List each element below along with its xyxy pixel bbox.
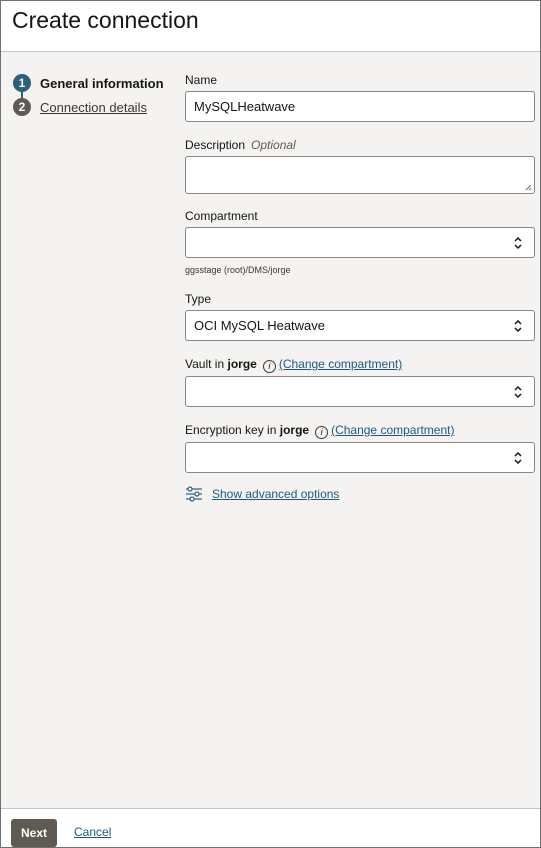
- show-advanced-options[interactable]: Show advanced options: [185, 486, 339, 502]
- show-advanced-options-link[interactable]: Show advanced options: [212, 487, 339, 501]
- info-icon[interactable]: i: [262, 360, 276, 373]
- sliders-icon: [186, 486, 202, 502]
- chevron-up-down-icon: [514, 451, 522, 465]
- chevron-up-down-icon: [514, 385, 522, 399]
- step-general-information[interactable]: 1 General information: [13, 71, 173, 99]
- step-number-2: 2: [13, 98, 31, 116]
- step-connection-details[interactable]: 2 Connection details: [13, 95, 173, 119]
- chevron-up-down-icon: [514, 236, 522, 250]
- type-select[interactable]: OCI MySQL Heatwave: [185, 310, 535, 341]
- info-icon[interactable]: i: [315, 426, 329, 439]
- step-label-connection-details[interactable]: Connection details: [40, 100, 147, 115]
- compartment-select[interactable]: [185, 227, 535, 258]
- vault-select[interactable]: [185, 376, 535, 407]
- resize-handle-icon[interactable]: [525, 184, 532, 191]
- type-value: OCI MySQL Heatwave: [194, 318, 326, 333]
- name-label: Name: [185, 73, 218, 87]
- create-connection-dialog: Create connection 1 General information …: [0, 0, 541, 848]
- compartment-label: Compartment: [185, 209, 258, 223]
- description-label: Description Optional: [185, 138, 296, 152]
- vault-change-compartment-link[interactable]: (Change compartment): [279, 357, 402, 371]
- cancel-link[interactable]: Cancel: [74, 825, 111, 839]
- step-label-general-information: General information: [40, 75, 164, 91]
- compartment-path-helper: ggsstage (root)/DMS/jorge: [185, 265, 291, 275]
- optional-tag: Optional: [251, 138, 296, 152]
- encryption-key-select[interactable]: [185, 442, 535, 473]
- type-label: Type: [185, 292, 212, 306]
- name-value: MySQLHeatwave: [194, 99, 296, 114]
- description-textarea[interactable]: [185, 156, 535, 194]
- encryption-key-label: Encryption key in jorge i (Change compartm…: [185, 423, 455, 439]
- encryption-key-change-compartment-link[interactable]: (Change compartment): [331, 423, 454, 437]
- name-input[interactable]: MySQLHeatwave: [185, 91, 535, 122]
- step-navigation: 1 General information 2 Connection detai…: [13, 71, 173, 119]
- dialog-title: Create connection: [12, 7, 199, 33]
- dialog-footer: Next Cancel: [1, 808, 540, 847]
- step-number-1: 1: [13, 74, 31, 92]
- vault-label: Vault in jorge i (Change compartment): [185, 357, 403, 373]
- chevron-up-down-icon: [514, 319, 522, 333]
- dialog-header: Create connection: [1, 1, 540, 52]
- next-button[interactable]: Next: [11, 819, 57, 847]
